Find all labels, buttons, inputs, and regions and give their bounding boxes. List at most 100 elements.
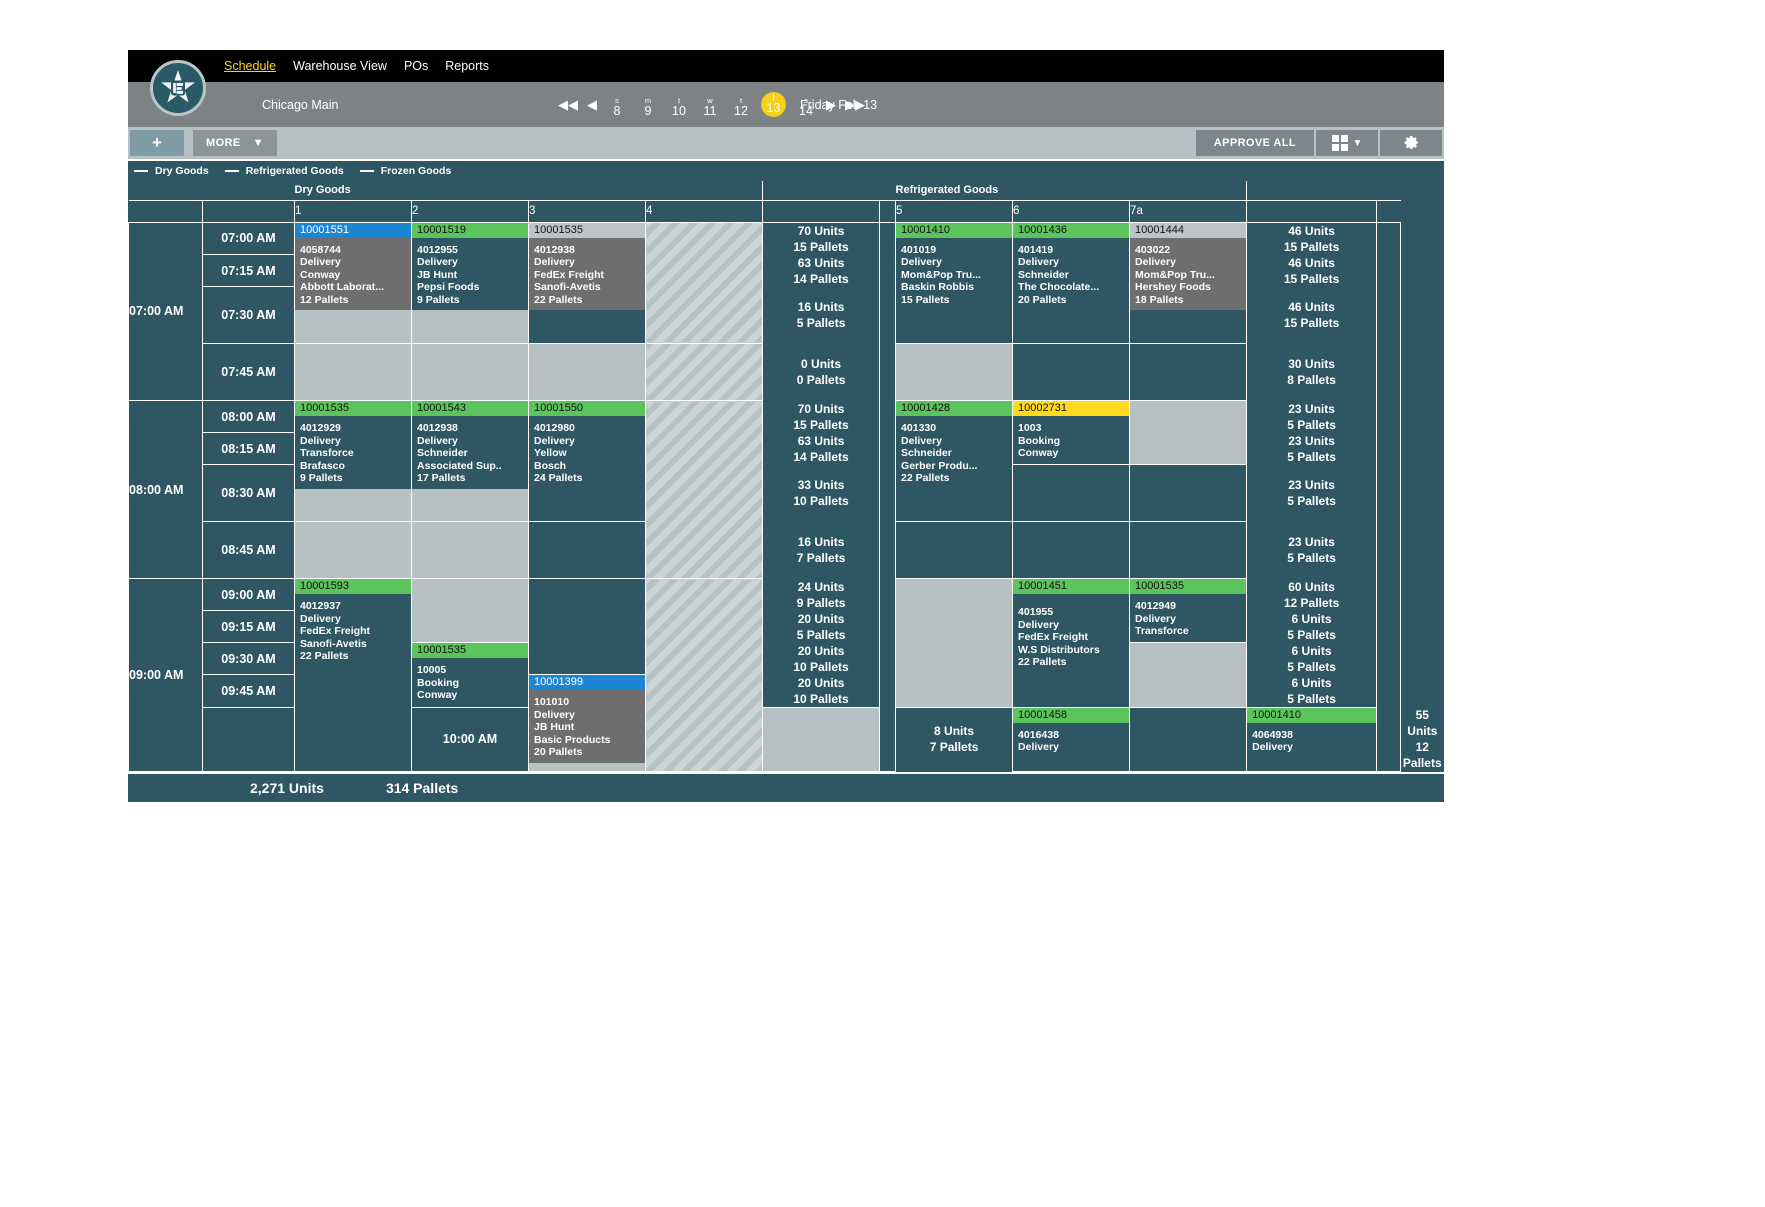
units-cell-0915: 20 Units 5 Pallets (762, 610, 880, 643)
slot-dock2-0845[interactable] (411, 521, 529, 579)
slot-dock7a-0830[interactable] (1129, 464, 1248, 522)
slot-dock1-0845[interactable] (294, 521, 412, 579)
day-button-12[interactable]: t 12 (730, 92, 752, 118)
appointment-card[interactable]: 10001451 401955 Delivery FedEx Freight W… (1013, 579, 1130, 673)
dock-header-2[interactable]: 2 (411, 199, 529, 223)
slot-dock2-1000[interactable] (762, 706, 881, 772)
appointment-card[interactable]: 10001444 403022 Delivery Mom&Pop Tru... … (1130, 222, 1247, 311)
slot-dock1-0900[interactable]: 10001593 4012937 Delivery FedEx Freight … (294, 578, 412, 667)
day-button-13-selected[interactable]: f 13 (761, 92, 786, 117)
day-button-8[interactable]: s 8 (606, 92, 628, 118)
units-value: 0 Units (801, 357, 842, 371)
slot-dock6-0830[interactable] (1012, 464, 1131, 522)
slot-dock7a-1000[interactable]: 10001410 4064938 Delivery (1246, 706, 1378, 772)
time-label-0900: 09:00 AM (202, 578, 295, 611)
nav-link-schedule[interactable]: Schedule (224, 59, 276, 73)
appointment-card[interactable]: 10001535 4012949 Delivery Transforce (1130, 579, 1247, 642)
slot-dock5-0745[interactable] (895, 343, 1014, 401)
more-menu-button[interactable]: MORE ▼ (193, 130, 277, 156)
slot-dock3-0800[interactable]: 10001550 4012980 Delivery Yellow Bosch 2… (528, 400, 646, 489)
dock-header-5[interactable]: 5 (895, 199, 1014, 223)
slot-dock2-0930[interactable]: 10001535 10005 Booking Conway (411, 642, 529, 708)
appointment-card[interactable]: 10001519 4012955 Delivery JB Hunt Pepsi … (412, 222, 528, 311)
appointment-card[interactable]: 10001551 4058744 Delivery Conway Abbott … (295, 222, 411, 311)
appointment-id: 10001410 (896, 222, 1013, 238)
appointment-id: 10001535 (1130, 579, 1247, 594)
appointment-card[interactable]: 10001436 401419 Delivery Schneider The C… (1013, 222, 1130, 311)
slot-dock5-0700[interactable]: 10001410 401019 Delivery Mom&Pop Tru... … (895, 221, 1014, 344)
units-value: 60 Units (1288, 579, 1335, 594)
slot-dock1-0800[interactable]: 10001535 4012929 Delivery Transforce Bra… (294, 400, 412, 489)
day-button-9[interactable]: m 9 (637, 92, 659, 118)
appointment-card[interactable]: 10001458 4016438 Delivery (1013, 707, 1130, 758)
appointment-details: 4012980 Delivery Yellow Bosch 24 Pallets (529, 416, 645, 489)
nav-link-reports[interactable]: Reports (445, 59, 489, 73)
slot-dock6-0800[interactable]: 10002731 1003 Booking Conway (1012, 400, 1131, 465)
more-label: MORE (206, 137, 241, 149)
slot-dock6-1000[interactable] (1129, 706, 1248, 772)
nav-link-warehouse-view[interactable]: Warehouse View (293, 59, 387, 73)
slot-dock3-0700[interactable]: 10001535 4012938 Delivery FedEx Freight … (528, 221, 646, 311)
dock-header-gap (879, 200, 896, 222)
slot-dock7a-0745[interactable] (1129, 343, 1248, 401)
slot-dock2-0700[interactable]: 10001519 4012955 Delivery JB Hunt Pepsi … (411, 221, 529, 311)
appointment-card[interactable]: 10002731 1003 Booking Conway (1013, 401, 1130, 464)
layout-view-button[interactable]: ▼ (1316, 130, 1378, 156)
prev-week-icon[interactable]: ◀◀ (558, 98, 578, 111)
slot-dock3-0745[interactable] (528, 343, 646, 401)
slot-dock6-0700[interactable]: 10001436 401419 Delivery Schneider The C… (1012, 221, 1131, 344)
appointment-card[interactable]: 10001399 101010 Delivery JB Hunt Basic P… (529, 675, 645, 763)
slot-dock5-0800[interactable]: 10001428 401330 Delivery Schneider Gerbe… (895, 400, 1014, 489)
slot-dock7a-0700[interactable]: 10001444 403022 Delivery Mom&Pop Tru... … (1129, 221, 1248, 344)
appointment-vendor: Bosch (534, 459, 567, 472)
approve-all-button[interactable]: APPROVE ALL (1195, 130, 1314, 156)
nav-link-pos[interactable]: POs (404, 59, 428, 73)
slot-dock6-0745[interactable] (1012, 343, 1131, 401)
day-button-10[interactable]: t 10 (668, 92, 690, 118)
slot-dock2-0745[interactable] (411, 343, 529, 401)
totals-cell-0730: 46 Units 15 Pallets (1246, 286, 1377, 344)
group-spacer (1246, 181, 1377, 201)
day-button-11[interactable]: w 11 (699, 92, 721, 118)
slot-dock7a-0900[interactable]: 10001535 4012949 Delivery Transforce (1129, 578, 1248, 643)
appointment-card[interactable]: 10001593 4012937 Delivery FedEx Freight … (295, 579, 411, 667)
slot-dock3-0845[interactable] (528, 521, 646, 579)
slot-dock5-0845[interactable] (895, 521, 1014, 579)
time-label-0845: 08:45 AM (202, 521, 295, 579)
slot-dock7a-0930[interactable] (1129, 642, 1248, 708)
slot-dock3-0900[interactable] (528, 578, 646, 675)
appointment-card[interactable]: 10001535 10005 Booking Conway (412, 643, 528, 706)
dock-header-7a[interactable]: 7a (1129, 199, 1248, 223)
slot-dock1-0745[interactable] (294, 343, 412, 401)
slot-dock2-0800[interactable]: 10001543 4012938 Delivery Schneider Asso… (411, 400, 529, 489)
totals-cell-0845: 23 Units 5 Pallets (1246, 521, 1377, 579)
scheduler-app: Schedule Warehouse View POs Reports Chic… (128, 50, 1444, 1010)
appointment-card[interactable]: 10001550 4012980 Delivery Yellow Bosch 2… (529, 401, 645, 489)
slot-dock2-0900[interactable] (411, 578, 529, 643)
appointment-card[interactable]: 10001535 4012938 Delivery FedEx Freight … (529, 222, 645, 311)
slot-dock6-0900[interactable]: 10001451 401955 Delivery FedEx Freight W… (1012, 578, 1131, 673)
appointment-order: 403022 (1135, 243, 1171, 256)
appointment-card[interactable]: 10001428 401330 Delivery Schneider Gerbe… (896, 401, 1013, 489)
add-appointment-button[interactable]: + (130, 130, 184, 156)
dock-header-4[interactable]: 4 (644, 199, 764, 223)
slot-dock5-0900[interactable] (895, 578, 1014, 708)
dock-header-1[interactable]: 1 (294, 199, 412, 223)
slot-dock3-0945[interactable]: 10001399 101010 Delivery JB Hunt Basic P… (528, 674, 646, 772)
slot-dock5-1000[interactable]: 10001458 4016438 Delivery (1012, 706, 1131, 772)
slot-dock7a-0845[interactable] (1129, 521, 1248, 579)
slot-dock7a-0800[interactable] (1129, 400, 1248, 465)
slot-dock1-0700[interactable]: 10001551 4058744 Delivery Conway Abbott … (294, 221, 412, 344)
appointment-card[interactable]: 10001410 401019 Delivery Mom&Pop Tru... … (896, 222, 1013, 311)
units-value: 20 Units (797, 675, 845, 690)
appointment-card[interactable]: 10001535 4012929 Delivery Transforce Bra… (295, 401, 411, 489)
dock-header-6[interactable]: 6 (1012, 199, 1131, 223)
time-label-0945: 09:45 AM (202, 674, 295, 708)
settings-button[interactable] (1380, 130, 1442, 156)
slot-dock6-0845[interactable] (1012, 521, 1131, 579)
appointment-card[interactable]: 10001410 4064938 Delivery (1247, 707, 1377, 758)
dock-header-3[interactable]: 3 (528, 199, 646, 223)
totals-cell-0915: 6 Units 5 Pallets (1246, 610, 1377, 643)
appointment-card[interactable]: 10001543 4012938 Delivery Schneider Asso… (412, 401, 528, 489)
prev-day-icon[interactable]: ◀ (587, 98, 597, 111)
